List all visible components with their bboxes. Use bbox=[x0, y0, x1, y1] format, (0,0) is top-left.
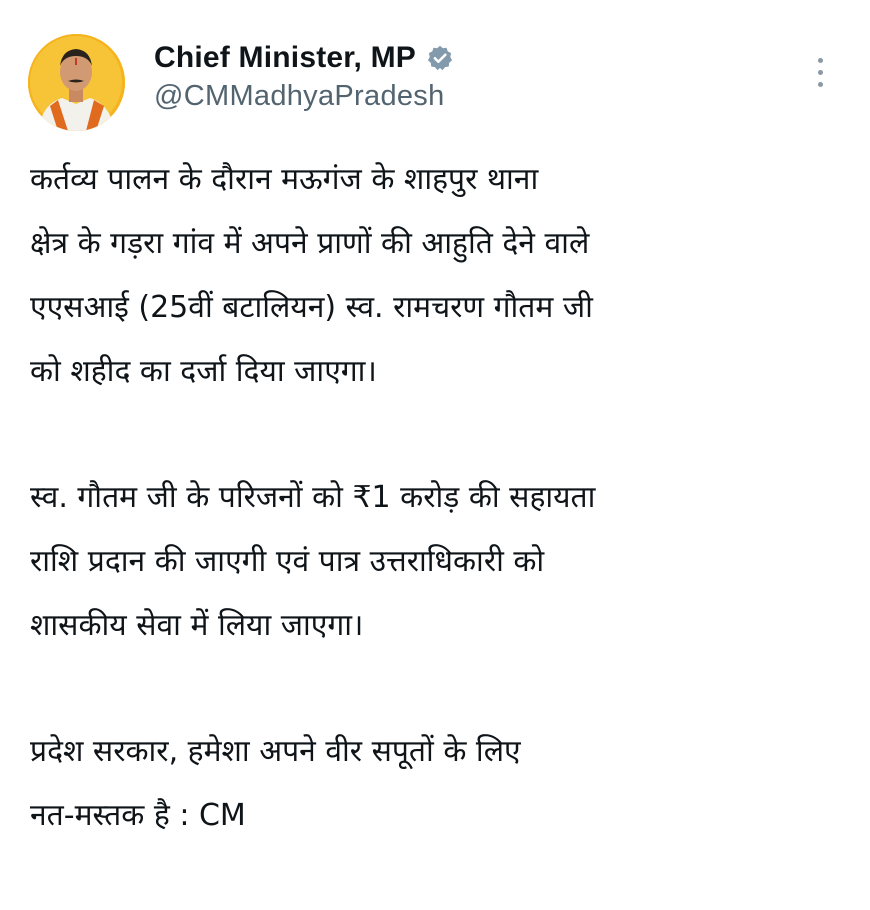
tweet-line: क्षेत्र के गड़रा गांव में अपने प्राणों क… bbox=[30, 226, 590, 261]
verified-badge-icon bbox=[426, 44, 454, 72]
tweet-line: प्रदेश सरकार, हमेशा अपने वीर सपूतों के ल… bbox=[30, 734, 521, 769]
avatar[interactable] bbox=[28, 34, 125, 131]
tweet-line: नत-मस्तक है : CM bbox=[30, 798, 246, 833]
author-name-row: Chief Minister, MP bbox=[154, 38, 454, 78]
tweet-line: शासकीय सेवा में लिया जाएगा। bbox=[30, 608, 364, 643]
tweet-line: को शहीद का दर्जा दिया जाएगा। bbox=[30, 354, 377, 389]
tweet-paragraph: स्व. गौतम जी के परिजनों को ₹1 करोड़ की स… bbox=[30, 466, 850, 658]
tweet-paragraph: कर्तव्य पालन के दौरान मऊगंज के शाहपुर था… bbox=[30, 148, 850, 404]
avatar-image bbox=[28, 34, 125, 131]
author-display-name[interactable]: Chief Minister, MP bbox=[154, 41, 416, 75]
tweet-line: राशि प्रदान की जाएगी एवं पात्र उत्तराधिक… bbox=[30, 544, 545, 579]
tweet-line: स्व. गौतम जी के परिजनों को ₹1 करोड़ की स… bbox=[30, 480, 596, 515]
more-options-icon[interactable] bbox=[808, 52, 834, 92]
tweet-line: एएसआई (25वीं बटालियन) स्व. रामचरण गौतम ज… bbox=[30, 290, 593, 325]
tweet-paragraph: प्रदेश सरकार, हमेशा अपने वीर सपूतों के ल… bbox=[30, 720, 850, 848]
tweet-text: कर्तव्य पालन के दौरान मऊगंज के शाहपुर था… bbox=[30, 148, 850, 910]
author-handle[interactable]: @CMMadhyaPradesh bbox=[154, 80, 445, 113]
tweet-card: Chief Minister, MP @CMMadhyaPradesh कर्त… bbox=[0, 0, 870, 868]
tweet-line: कर्तव्य पालन के दौरान मऊगंज के शाहपुर था… bbox=[30, 162, 539, 197]
